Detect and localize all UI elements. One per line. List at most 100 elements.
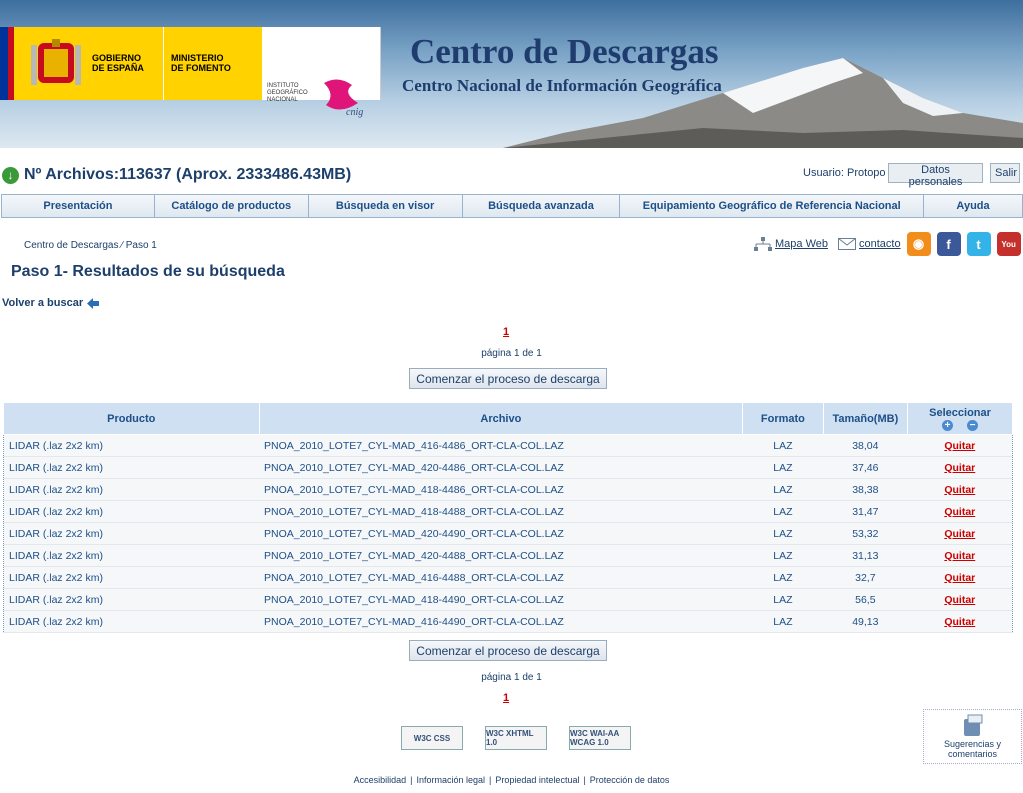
remove-link[interactable]: Quitar <box>944 528 975 540</box>
logout-button[interactable]: Salir <box>990 163 1020 183</box>
cell-quitar: Quitar <box>907 478 1013 501</box>
sitemap-icon <box>754 237 772 251</box>
footer-link-propiedad-intelectual[interactable]: Propiedad intelectual <box>495 775 579 785</box>
cell-producto: LIDAR (.laz 2x2 km) <box>3 588 260 611</box>
col-header-seleccionar: Seleccionar + − <box>907 402 1013 435</box>
col-header-formato[interactable]: Formato <box>742 402 824 435</box>
footer-link-informacion-legal[interactable]: Información legal <box>417 775 486 785</box>
col-header-tamano[interactable]: Tamaño(MB) <box>822 402 909 435</box>
footer-links: Accesibilidad | Información legal | Propieda… <box>353 775 670 785</box>
cell-formato: LAZ <box>742 544 824 567</box>
remove-link[interactable]: Quitar <box>944 572 975 584</box>
remove-link[interactable]: Quitar <box>944 484 975 496</box>
table-row: LIDAR (.laz 2x2 km) PNOA_2010_LOTE7_CYL-M… <box>3 610 1013 633</box>
remove-link[interactable]: Quitar <box>944 594 975 606</box>
cell-quitar: Quitar <box>907 566 1013 589</box>
select-all-plus-icon[interactable]: + <box>942 419 954 431</box>
cell-archivo: PNOA_2010_LOTE7_CYL-MAD_416-4488_ORT-CLA… <box>259 566 743 589</box>
user-label: Usuario: Protopo <box>803 167 886 179</box>
rss-icon[interactable]: ◉ <box>906 232 931 256</box>
nav-item-busqueda-avanzada[interactable]: Búsqueda avanzada <box>463 195 621 217</box>
table-row: LIDAR (.laz 2x2 km) PNOA_2010_LOTE7_CYL-M… <box>3 500 1013 523</box>
cnig-logo: cnig <box>324 79 363 118</box>
cell-archivo: PNOA_2010_LOTE7_CYL-MAD_418-4486_ORT-CLA… <box>259 478 743 501</box>
svg-text:cnig: cnig <box>346 107 363 118</box>
cell-producto: LIDAR (.laz 2x2 km) <box>3 478 260 501</box>
deselect-all-minus-icon[interactable]: − <box>967 419 979 431</box>
footer-link-accesibilidad[interactable]: Accesibilidad <box>354 775 407 785</box>
suggestions-label: Sugerencias y comentarios <box>943 739 1002 759</box>
cell-formato: LAZ <box>742 478 824 501</box>
cell-producto: LIDAR (.laz 2x2 km) <box>3 434 260 457</box>
contact-link[interactable]: contacto <box>859 238 901 250</box>
suggestions-box[interactable]: Sugerencias y comentarios <box>923 709 1022 764</box>
footer-link-proteccion-datos[interactable]: Protección de datos <box>590 775 670 785</box>
page-info-top: página 1 de 1 <box>481 348 542 359</box>
cell-quitar: Quitar <box>907 610 1013 633</box>
remove-link[interactable]: Quitar <box>944 440 975 452</box>
cell-producto: LIDAR (.laz 2x2 km) <box>3 456 260 479</box>
cell-formato: LAZ <box>742 566 824 589</box>
cell-producto: LIDAR (.laz 2x2 km) <box>3 522 260 545</box>
table-row: LIDAR (.laz 2x2 km) PNOA_2010_LOTE7_CYL-M… <box>3 522 1013 545</box>
nav-item-ayuda[interactable]: Ayuda <box>924 195 1022 217</box>
cell-tamano: 37,46 <box>823 456 908 479</box>
cell-formato: LAZ <box>742 610 824 633</box>
personal-data-button[interactable]: Datos personales <box>888 163 983 188</box>
select-header-label: Seleccionar <box>929 406 991 419</box>
cell-archivo: PNOA_2010_LOTE7_CYL-MAD_420-4490_ORT-CLA… <box>259 522 743 545</box>
table-row: LIDAR (.laz 2x2 km) PNOA_2010_LOTE7_CYL-M… <box>3 478 1013 501</box>
cell-tamano: 31,13 <box>823 544 908 567</box>
table-header-row: Producto Archivo Formato Tamaño(MB) Sele… <box>3 402 1013 435</box>
page-link-bottom[interactable]: 1 <box>503 692 509 704</box>
nav-item-equipamiento[interactable]: Equipamiento Geográfico de Referencia Na… <box>620 195 925 217</box>
results-table: Producto Archivo Formato Tamaño(MB) Sele… <box>3 402 1013 633</box>
col-header-archivo[interactable]: Archivo <box>258 402 744 435</box>
back-link[interactable]: Volver a buscar <box>2 297 100 309</box>
w3c-css-badge[interactable]: W3C CSS <box>401 726 463 750</box>
youtube-icon[interactable]: You <box>996 232 1021 256</box>
coat-of-arms-icon <box>31 39 81 85</box>
twitter-icon[interactable]: t <box>966 232 991 256</box>
government-logo[interactable]: GOBIERNO DE ESPAÑA MINISTERIO DE FOMENTO I… <box>0 27 381 118</box>
nav-item-busqueda-visor[interactable]: Búsqueda en visor <box>309 195 463 217</box>
suggestions-icon <box>963 714 982 736</box>
start-download-button-top[interactable]: Comenzar el proceso de descarga <box>409 368 607 389</box>
w3c-xhtml-badge[interactable]: W3C XHTML 1.0 <box>485 726 547 750</box>
cell-formato: LAZ <box>742 522 824 545</box>
remove-link[interactable]: Quitar <box>944 506 975 518</box>
cell-archivo: PNOA_2010_LOTE7_CYL-MAD_420-4488_ORT-CLA… <box>259 544 743 567</box>
tools-bar: Mapa Web contacto ◉ f t You <box>754 232 1021 256</box>
remove-link[interactable]: Quitar <box>944 616 975 628</box>
header-banner: GOBIERNO DE ESPAÑA MINISTERIO DE FOMENTO I… <box>0 0 1023 148</box>
breadcrumb: Centro de Descargas ⁄ Paso 1 <box>24 240 157 251</box>
cell-formato: LAZ <box>742 500 824 523</box>
w3c-wcag-badge[interactable]: W3C WAI-AA WCAG 1.0 <box>569 726 631 750</box>
remove-link[interactable]: Quitar <box>944 462 975 474</box>
page-info-bottom: página 1 de 1 <box>481 672 542 683</box>
ministry-label: MINISTERIO DE FOMENTO <box>171 53 231 73</box>
cell-archivo: PNOA_2010_LOTE7_CYL-MAD_418-4488_ORT-CLA… <box>259 500 743 523</box>
nav-item-catalogo[interactable]: Catálogo de productos <box>155 195 309 217</box>
table-row: LIDAR (.laz 2x2 km) PNOA_2010_LOTE7_CYL-M… <box>3 544 1013 567</box>
files-count-label: Nº Archivos:113637 (Aprox. 2333486.43MB) <box>24 166 352 183</box>
col-header-producto[interactable]: Producto <box>3 402 260 435</box>
spain-government-panel: GOBIERNO DE ESPAÑA MINISTERIO DE FOMENTO <box>0 27 262 100</box>
cell-archivo: PNOA_2010_LOTE7_CYL-MAD_416-4486_ORT-CLA… <box>259 434 743 457</box>
page-link-top[interactable]: 1 <box>503 326 509 338</box>
cell-tamano: 56,5 <box>823 588 908 611</box>
cell-quitar: Quitar <box>907 434 1013 457</box>
start-download-button-bottom[interactable]: Comenzar el proceso de descarga <box>409 640 607 661</box>
cell-producto: LIDAR (.laz 2x2 km) <box>3 566 260 589</box>
nav-item-presentacion[interactable]: Presentación <box>2 195 155 217</box>
back-arrow-icon <box>87 297 100 309</box>
sitemap-link[interactable]: Mapa Web <box>775 238 828 250</box>
cell-tamano: 38,38 <box>823 478 908 501</box>
cell-archivo: PNOA_2010_LOTE7_CYL-MAD_420-4486_ORT-CLA… <box>259 456 743 479</box>
site-subtitle: Centro Nacional de Información Geográfic… <box>402 76 722 95</box>
cell-quitar: Quitar <box>907 500 1013 523</box>
download-icon: ↓ <box>2 166 19 184</box>
remove-link[interactable]: Quitar <box>944 550 975 562</box>
cell-formato: LAZ <box>742 456 824 479</box>
facebook-icon[interactable]: f <box>936 232 961 256</box>
